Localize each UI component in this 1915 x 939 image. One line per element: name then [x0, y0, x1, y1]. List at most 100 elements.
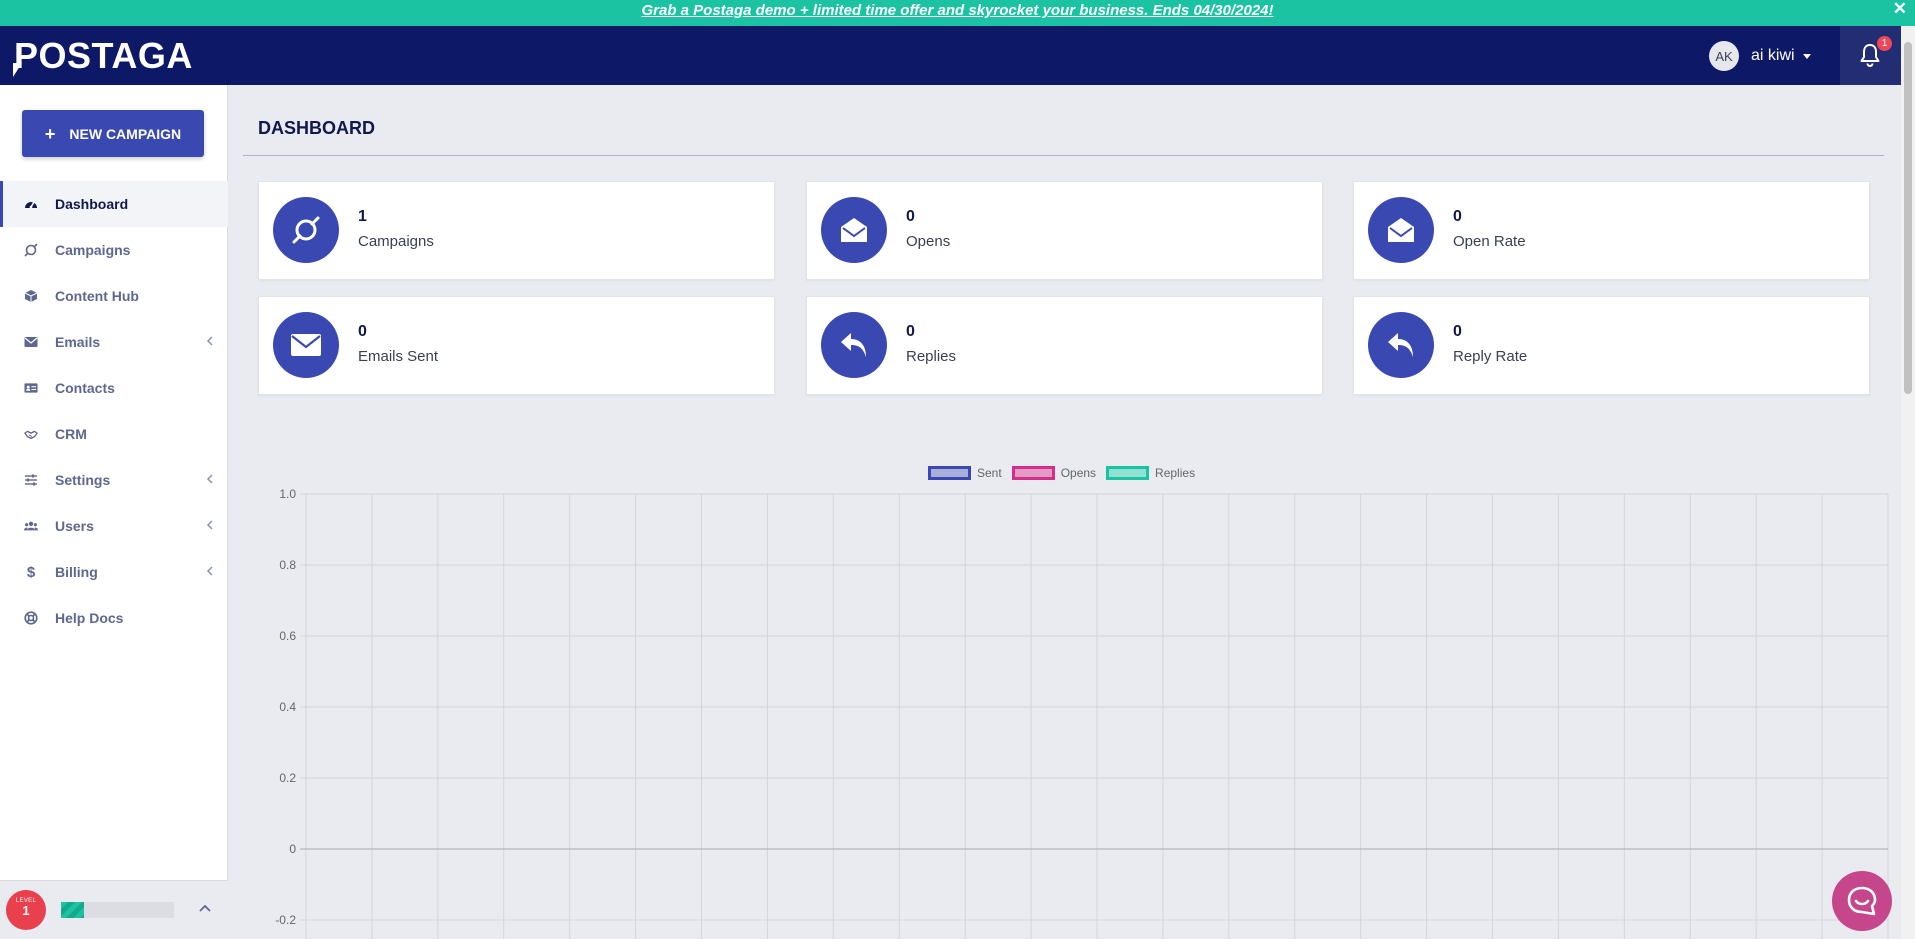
- lifebuoy-icon: [24, 611, 38, 625]
- chat-widget-button[interactable]: [1832, 871, 1892, 931]
- y-tick-label: 0.4: [279, 700, 296, 714]
- new-campaign-button[interactable]: + NEW CAMPAIGN: [22, 110, 204, 157]
- stat-value: 0: [906, 208, 915, 225]
- reply-icon: [841, 333, 866, 357]
- sidebar-item-billing[interactable]: $ Billing: [0, 549, 228, 595]
- level-number: 1: [22, 903, 30, 918]
- y-tick-label: 0.2: [279, 771, 296, 785]
- sidebar-item-content-hub[interactable]: Content Hub: [0, 273, 228, 319]
- chevron-left-icon: [206, 336, 213, 346]
- postaga-logo[interactable]: POSTAGA: [13, 35, 193, 77]
- stat-card-opens: 0 Opens: [806, 181, 1323, 280]
- reply-icon: [1388, 333, 1413, 357]
- chat-icon: [1847, 886, 1877, 916]
- sidebar-nav: Dashboard Campaigns Content Hub Emails C…: [0, 181, 228, 641]
- activity-chart: 1.0 0.8 0.6 0.4 0.2 0 -0.2: [275, 487, 1889, 939]
- dollar-icon: $: [26, 563, 36, 581]
- sidebar: + NEW CAMPAIGN Dashboard Campaigns Conte…: [0, 85, 228, 939]
- stat-label: Campaigns: [358, 233, 434, 250]
- close-icon[interactable]: ✕: [1893, 0, 1907, 18]
- sidebar-item-dashboard[interactable]: Dashboard: [0, 181, 228, 227]
- stat-card-campaigns: 1 Campaigns: [258, 181, 775, 280]
- stat-card-emails-sent: 0 Emails Sent: [258, 296, 775, 395]
- notifications-button[interactable]: 1: [1840, 26, 1901, 85]
- stat-icon-badge: [1368, 312, 1434, 378]
- sidebar-item-label: Contacts: [55, 380, 115, 396]
- chevron-left-icon: [206, 520, 213, 530]
- stat-value: 0: [906, 323, 915, 340]
- y-tick-label: 0.6: [279, 629, 296, 643]
- new-campaign-label: NEW CAMPAIGN: [69, 125, 182, 142]
- stat-value: 0: [1453, 323, 1462, 340]
- contact-card-icon: [24, 381, 38, 395]
- sidebar-item-label: Emails: [55, 334, 101, 350]
- level-footer: LEVEL 1: [0, 880, 228, 939]
- y-tick-label: 1.0: [279, 487, 296, 501]
- title-divider: [243, 155, 1884, 156]
- stat-icon-badge: [821, 197, 887, 263]
- chevron-up-icon[interactable]: [198, 903, 212, 913]
- page-scrollbar[interactable]: [1901, 26, 1915, 939]
- sidebar-item-campaigns[interactable]: Campaigns: [0, 227, 228, 273]
- handshake-icon: [24, 427, 38, 441]
- stat-label: Open Rate: [1453, 233, 1526, 250]
- stat-value: 1: [358, 208, 367, 225]
- page-title: DASHBOARD: [258, 118, 375, 138]
- notification-count-badge: 1: [1877, 36, 1892, 51]
- avatar: AK: [1709, 41, 1739, 71]
- promo-banner: Grab a Postaga demo + limited time offer…: [0, 0, 1915, 26]
- stat-label: Reply Rate: [1453, 348, 1528, 365]
- envelope-icon: [24, 335, 38, 349]
- user-name: ai kiwi: [1751, 47, 1795, 64]
- stat-value: 0: [1453, 208, 1462, 225]
- stat-icon-badge: [273, 197, 339, 263]
- top-navbar: POSTAGA AK ai kiwi 1: [0, 26, 1915, 85]
- stat-icon-badge: [821, 312, 887, 378]
- level-progress-bar: [61, 902, 174, 918]
- campaigns-icon: [24, 243, 38, 257]
- sidebar-item-users[interactable]: Users: [0, 503, 228, 549]
- envelope-open-icon: [841, 218, 867, 242]
- stat-label: Replies: [906, 348, 957, 365]
- dashboard-icon: [24, 197, 38, 211]
- level-progress-fill: [61, 902, 84, 918]
- chevron-left-icon: [206, 566, 213, 576]
- y-tick-label: 0.8: [279, 558, 296, 572]
- sidebar-item-crm[interactable]: CRM: [0, 411, 228, 457]
- y-tick-label: 0: [289, 842, 296, 856]
- stat-label: Emails Sent: [358, 348, 439, 365]
- users-icon: [24, 519, 38, 533]
- sidebar-item-contacts[interactable]: Contacts: [0, 365, 228, 411]
- sidebar-item-help-docs[interactable]: Help Docs: [0, 595, 228, 641]
- stat-card-replies: 0 Replies: [806, 296, 1323, 395]
- sidebar-item-emails[interactable]: Emails: [0, 319, 228, 365]
- cube-icon: [24, 289, 38, 303]
- stat-card-open-rate: 0 Open Rate: [1353, 181, 1870, 280]
- stat-icon-badge: [273, 312, 339, 378]
- sliders-icon: [24, 473, 38, 487]
- plus-icon: +: [44, 123, 56, 144]
- stat-icon-badge: [1368, 197, 1434, 263]
- level-badge[interactable]: LEVEL 1: [6, 890, 46, 930]
- sidebar-item-label: Billing: [55, 564, 98, 580]
- chevron-left-icon: [206, 474, 213, 484]
- user-menu[interactable]: AK ai kiwi: [1709, 41, 1811, 71]
- logo-text: POSTAGA: [14, 35, 193, 76]
- sidebar-item-label: Settings: [55, 472, 111, 488]
- stat-value: 0: [358, 323, 367, 340]
- sidebar-item-settings[interactable]: Settings: [0, 457, 228, 503]
- y-tick-label: -0.2: [275, 913, 296, 927]
- scrollbar-thumb[interactable]: [1904, 42, 1912, 394]
- stat-label: Opens: [906, 233, 951, 250]
- sidebar-item-label: Help Docs: [55, 610, 124, 626]
- caret-down-icon: [1802, 53, 1811, 59]
- sidebar-item-label: Users: [55, 518, 94, 534]
- promo-link[interactable]: Grab a Postaga demo + limited time offer…: [641, 2, 1273, 19]
- envelope-open-icon: [1388, 218, 1414, 242]
- sidebar-item-label: CRM: [55, 426, 87, 442]
- sidebar-item-label: Campaigns: [55, 242, 131, 258]
- sidebar-item-label: Dashboard: [55, 196, 129, 212]
- stat-card-reply-rate: 0 Reply Rate: [1353, 296, 1870, 395]
- envelope-icon: [291, 334, 321, 356]
- sidebar-item-label: Content Hub: [55, 288, 139, 304]
